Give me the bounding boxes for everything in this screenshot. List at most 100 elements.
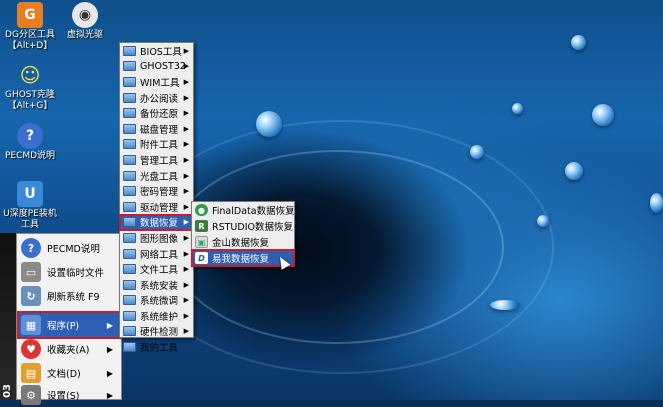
menu-item-label: 光盘工具 [140, 171, 179, 183]
desktop-icon-pe-installer[interactable]: U U深度PE装机 工具 [0, 181, 60, 231]
programs-item-system-install[interactable]: 系统安装 ▶ [120, 277, 193, 293]
programs-folder-icon: ▦ [21, 315, 41, 335]
menu-item-label: 磁盘管理 [140, 124, 179, 136]
start-item-label: 设置临时文件 [47, 268, 105, 279]
easeus-icon: D [195, 252, 208, 264]
menu-item-label: 系统微调 [140, 296, 179, 308]
menu-item-label: 图形图像 [140, 233, 179, 245]
recovery-item-finaldata[interactable]: ● FinalData数据恢复 [192, 202, 295, 218]
submenu-arrow-icon: ▶ [183, 46, 189, 55]
submenu-arrow-icon: ▶ [183, 311, 189, 320]
water-droplet [571, 35, 586, 50]
programs-item-backup-restore[interactable]: 备份还原 ▶ [120, 105, 193, 121]
desktop-icon-pecmd-help[interactable]: ? PECMD说明 [0, 123, 60, 162]
refresh-icon: ↻ [21, 286, 41, 306]
programs-item-admin-tools[interactable]: 管理工具 ▶ [120, 152, 193, 168]
submenu-arrow-icon: ▶ [183, 140, 189, 149]
folder-icon [123, 248, 136, 259]
menu-item-label: 金山数据恢复 [212, 238, 270, 249]
documents-icon: ▤ [21, 363, 41, 383]
submenu-arrow-icon: ▶ [183, 202, 189, 211]
start-item-refresh-system[interactable]: ↻ 刷新系统 F9 [19, 284, 119, 308]
start-item-settings[interactable]: ⚙ 设置(S) ▶ [19, 383, 119, 407]
submenu-arrow-icon: ▶ [183, 93, 189, 102]
start-item-label: 收藏夹(A) [47, 345, 90, 356]
programs-item-disc-tools[interactable]: 光盘工具 ▶ [120, 168, 193, 184]
menu-item-label: WIM工具 [140, 77, 180, 89]
start-item-favorites[interactable]: ♥ 收藏夹(A) ▶ [19, 337, 119, 361]
programs-item-system-maintenance[interactable]: 系统维护 ▶ [120, 308, 193, 324]
submenu-arrow-icon: ▶ [183, 171, 189, 180]
partition-tool-icon: G [17, 2, 43, 28]
programs-item-my-tools[interactable]: 我的工具 [120, 339, 193, 355]
folder-icon [123, 123, 136, 134]
submenu-arrow-icon: ▶ [183, 265, 189, 274]
pe-installer-icon: U [17, 181, 43, 207]
menu-item-label: 易我数据恢复 [212, 254, 270, 265]
menu-item-label: 网络工具 [140, 249, 179, 261]
desktop-icon-label: 虚拟光驱 [66, 30, 103, 40]
programs-item-disk-management[interactable]: 磁盘管理 ▶ [120, 121, 193, 137]
programs-item-network-tools[interactable]: 网络工具 ▶ [120, 246, 193, 262]
menu-item-label: 驱动管理 [140, 202, 179, 214]
programs-item-file-tools[interactable]: 文件工具 ▶ [120, 261, 193, 277]
folder-icon [123, 76, 136, 87]
start-item-programs[interactable]: ▦ 程序(P) ▶ [17, 311, 121, 339]
programs-item-wim-tools[interactable]: WIM工具 ▶ [120, 74, 193, 90]
menu-item-label: 数据恢复 [140, 218, 179, 230]
programs-item-ghost32[interactable]: GHOST32 ▶ [120, 59, 193, 75]
rstudio-icon: R [195, 220, 208, 232]
menu-item-label: 办公阅读 [140, 93, 179, 105]
menu-item-label: 硬件检测 [140, 327, 179, 339]
folder-icon [123, 108, 136, 119]
programs-item-driver-management[interactable]: 驱动管理 ▶ [120, 199, 193, 215]
programs-item-graphics[interactable]: 图形图像 ▶ [120, 230, 193, 246]
start-item-documents[interactable]: ▤ 文档(D) ▶ [19, 361, 119, 385]
submenu-arrow-icon: ▶ [183, 187, 189, 196]
desktop-icon-dg-partition[interactable]: G DG分区工具 【Alt+D】 [0, 2, 60, 52]
water-droplet [256, 111, 282, 137]
menu-item-label: 备份还原 [140, 109, 179, 121]
desktop-icon-virtual-drive[interactable]: ◉ 虚拟光驱 [55, 2, 115, 41]
menu-item-label: FinalData数据恢复 [212, 206, 295, 217]
desktop-icon-hotkey: 【Alt+G】 [7, 101, 53, 111]
start-item-label: 程序(P) [47, 321, 80, 332]
submenu-arrow-icon: ▶ [183, 249, 189, 258]
folder-icon [123, 139, 136, 150]
start-item-label: PECMD说明 [47, 244, 100, 255]
programs-item-data-recovery[interactable]: 数据恢复 ▶ [119, 213, 194, 232]
desktop-icon-ghost[interactable]: ☺ GHOST克隆 【Alt+G】 [0, 62, 60, 112]
menu-item-label: 管理工具 [140, 155, 179, 167]
programs-item-hardware-detection[interactable]: 硬件检测 ▶ [120, 324, 193, 340]
hard-drive-icon: ▭ [21, 262, 41, 282]
menu-item-label: BIOS工具 [140, 46, 182, 58]
recovery-item-rstudio[interactable]: R RSTUDIO数据恢复 [192, 218, 294, 234]
folder-icon [123, 279, 136, 290]
water-droplet [592, 104, 614, 126]
folder-icon [123, 201, 136, 212]
programs-item-bios-tools[interactable]: BIOS工具 ▶ [120, 43, 193, 59]
menu-item-label: 文件工具 [140, 265, 179, 277]
start-item-pecmd-help[interactable]: ? PECMD说明 [19, 236, 119, 260]
programs-item-office-reading[interactable]: 办公阅读 ▶ [120, 90, 193, 106]
desktop-icon-label: GHOST克隆 [4, 90, 56, 100]
start-menu-banner: 03 [0, 233, 16, 400]
programs-item-password-management[interactable]: 密码管理 ▶ [120, 183, 193, 199]
water-droplet [512, 103, 523, 114]
recovery-item-kingsoft[interactable]: ▣ 金山数据恢复 [192, 234, 294, 250]
menu-item-label: 系统安装 [140, 280, 179, 292]
start-item-temp-files[interactable]: ▭ 设置临时文件 [19, 260, 119, 284]
folder-icon [123, 232, 136, 243]
help-icon: ? [21, 238, 41, 258]
folder-icon [123, 154, 136, 165]
help-icon: ? [17, 123, 43, 149]
folder-icon [123, 61, 136, 72]
start-item-label: 文档(D) [47, 369, 81, 380]
programs-item-accessories[interactable]: 附件工具 ▶ [120, 137, 193, 153]
desktop-icon-label: U深度PE装机 [3, 209, 57, 219]
desktop-icon-label-line2: 工具 [20, 220, 39, 230]
ghost-icon: ☺ [19, 63, 41, 87]
finaldata-icon: ● [195, 204, 208, 216]
programs-item-system-tweaks[interactable]: 系统微调 ▶ [120, 293, 193, 309]
menu-item-label: 我的工具 [140, 343, 179, 355]
